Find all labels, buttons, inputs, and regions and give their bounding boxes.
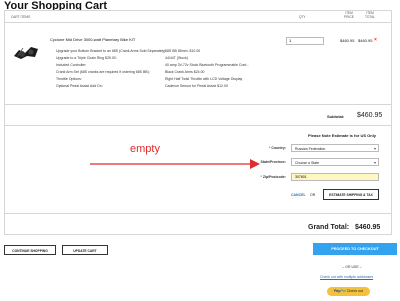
continue-shopping-button[interactable]: CONTINUE SHOPPING <box>4 245 56 255</box>
header-cart-items: Cart Items <box>11 15 31 19</box>
zip-label: * Zip/Postcode: <box>236 175 287 179</box>
option-value: 68S BB 85mm: $10.00 <box>165 49 201 53</box>
row-divider <box>4 104 392 105</box>
proceed-to-checkout-button[interactable]: PROCEED TO CHECKOUT <box>313 243 397 255</box>
annotation-text: empty <box>130 143 160 155</box>
state-select[interactable]: Choose a State ▾ <box>291 158 379 166</box>
subtotal-value: $460.95 <box>357 112 383 119</box>
country-label-text: Country: <box>271 146 286 150</box>
header-qty: Qty <box>299 15 306 19</box>
subtotal-label: Subtotal: <box>327 114 345 119</box>
paypal-checkout-text: Check out <box>346 289 363 293</box>
remove-item-button[interactable]: × <box>374 37 377 43</box>
state-select-value: Choose a State <box>295 161 320 165</box>
option-label: Throttle Options: <box>56 77 82 81</box>
annotation-arrow-icon <box>90 159 260 169</box>
cancel-link[interactable]: CANCEL <box>291 193 306 197</box>
option-value: 40 amp 3V-72v Stock Bluetooth Programmab… <box>165 63 250 67</box>
option-label: Upgrade to a Triple Chain Ring $25.00: <box>56 56 117 60</box>
country-select-value: Russian Federation <box>295 147 326 151</box>
paypal-logo-pal: Pal <box>340 289 346 293</box>
or-use-text: -- OR USE -- <box>342 265 363 269</box>
option-value: Cadence Sensor for Pedal Assist $12.00 <box>165 84 228 88</box>
row-divider <box>4 213 392 214</box>
close-icon[interactable]: × <box>374 37 377 43</box>
option-value: Black Crank Arms $24.00 <box>165 70 205 74</box>
quantity-input[interactable] <box>286 37 324 45</box>
country-select[interactable]: Russian Federation ▾ <box>291 144 379 152</box>
grand-total-value: $460.95 <box>355 224 381 231</box>
update-cart-button[interactable]: UPDATE CART <box>62 245 108 255</box>
header-item-price: Item Price <box>344 11 354 19</box>
chevron-down-icon: ▾ <box>373 146 376 151</box>
zip-input[interactable] <box>291 173 379 181</box>
cart-panel <box>4 10 392 235</box>
multiple-addresses-link[interactable]: Check out with multiple addresses <box>320 275 373 279</box>
chevron-down-icon: ▾ <box>373 160 376 165</box>
option-value: 44/44T (Stock) <box>165 56 188 60</box>
option-label: Included Controller: <box>56 63 87 67</box>
estimate-shipping-button[interactable]: ESTIMATE SHIPPING & TAX <box>323 189 379 200</box>
grand-total-label: Grand Total: <box>308 224 350 231</box>
cart-table-header: Cart Items Qty Item Price Item Total <box>4 10 392 23</box>
header-item-total: Item Total <box>365 11 375 19</box>
zip-label-text: Zip/Postcode: <box>262 175 286 179</box>
item-total: $460.95 <box>358 38 373 43</box>
product-image[interactable] <box>13 44 39 60</box>
shipping-note: Please Note Estimate is for US Only <box>308 133 377 138</box>
product-name[interactable]: Cyclone Mid Drive 3000-watt Planetary Bi… <box>50 37 135 42</box>
country-label: * Country: <box>236 146 286 150</box>
paypal-checkout-button[interactable]: PayPal Check out <box>327 287 370 296</box>
option-label: Crank Arm Set (68S cranks are required i… <box>56 70 150 74</box>
required-mark: * <box>260 175 262 179</box>
item-price: $460.95 <box>340 38 355 43</box>
option-label: Upgrade your Bottom Bracket to an 68S (C… <box>56 49 167 53</box>
row-divider <box>4 125 392 126</box>
or-text: OR <box>310 193 316 197</box>
option-label: Optional Pedal Assist Add On: <box>56 84 103 88</box>
option-value: Right Half Twist Throttle with LCD Volta… <box>165 77 243 81</box>
